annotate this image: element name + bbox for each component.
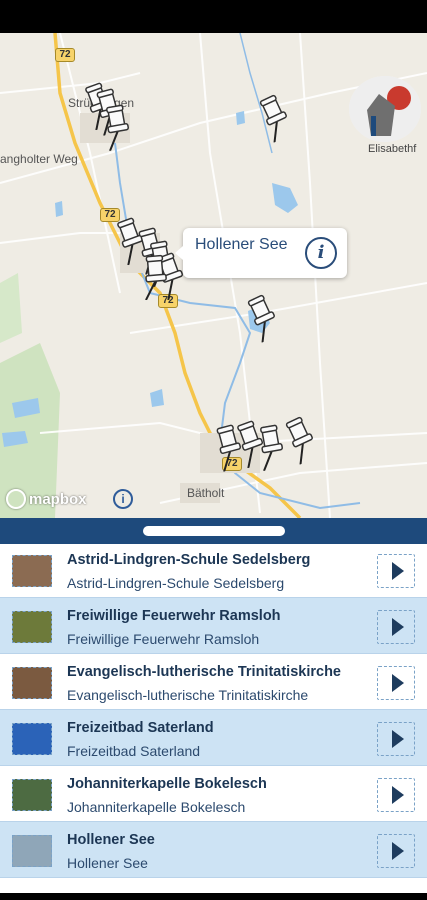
chevron-right-icon xyxy=(391,730,404,748)
road-shield: 72 xyxy=(100,208,120,222)
poi-subtitle: Astrid-Lindgren-Schule Sedelsberg xyxy=(67,575,285,591)
mapbox-logo[interactable]: mapbox xyxy=(6,488,87,510)
poi-subtitle: Freizeitbad Saterland xyxy=(67,743,201,759)
poi-thumbnail xyxy=(12,555,52,587)
map-view[interactable]: Strücklingen angholter Weg Bätholt 72 72… xyxy=(0,33,427,518)
open-poi-button[interactable] xyxy=(377,722,415,756)
poi-title: Johanniterkapelle Bokelesch xyxy=(67,776,267,792)
poi-title: Astrid-Lindgren-Schule Sedelsberg xyxy=(67,552,311,568)
navigation-bar xyxy=(0,893,427,900)
list-item[interactable]: Hollener See Hollener See xyxy=(0,822,427,878)
poi-thumbnail xyxy=(12,667,52,699)
poi-list: Marienschule StrücklingenAstrid-Lindgren… xyxy=(0,518,427,878)
list-item[interactable]: Evangelisch-lutherische Trinitatiskirche… xyxy=(0,654,427,710)
list-item[interactable]: Freizeitbad Saterland Freizeitbad Saterla… xyxy=(0,710,427,766)
place-label-baetholt: Bätholt xyxy=(187,486,225,500)
poi-subtitle: Evangelisch-lutherische Trinitatiskirche xyxy=(67,687,309,703)
poi-title: Evangelisch-lutherische Trinitatiskirche xyxy=(67,664,341,680)
mapbox-logo-icon xyxy=(6,489,26,509)
poi-thumbnail xyxy=(12,835,52,867)
poi-thumbnail xyxy=(12,723,52,755)
open-poi-button[interactable] xyxy=(377,554,415,588)
place-label-elisabethfehn: Elisabethf xyxy=(368,143,417,155)
open-poi-button[interactable] xyxy=(377,666,415,700)
attribution-info-icon[interactable]: i xyxy=(113,489,133,509)
list-item[interactable]: Freiwillige Feuerwehr Ramsloh Freiwillige… xyxy=(0,598,427,654)
chevron-right-icon xyxy=(391,842,404,860)
list-item[interactable]: Johanniterkapelle Bokelesch Johanniterkap… xyxy=(0,766,427,822)
chevron-right-icon xyxy=(391,674,404,692)
map-pin-icon[interactable] xyxy=(285,416,318,465)
avatar-icon xyxy=(349,76,421,142)
open-poi-button[interactable] xyxy=(377,610,415,644)
sheet-header[interactable] xyxy=(0,518,427,544)
map-pin-icon[interactable] xyxy=(104,104,134,152)
info-icon[interactable]: i xyxy=(305,237,337,269)
map-pin-icon[interactable] xyxy=(142,254,172,301)
mapbox-logo-text: mapbox xyxy=(29,490,87,508)
callout-title: Hollener See xyxy=(195,236,288,253)
poi-subtitle: Hollener See xyxy=(67,855,148,871)
chevron-right-icon xyxy=(391,618,404,636)
place-label-langholter-weg: angholter Weg xyxy=(0,152,78,166)
open-poi-button[interactable] xyxy=(377,778,415,812)
map-pin-icon[interactable] xyxy=(247,294,280,343)
open-poi-button[interactable] xyxy=(377,834,415,868)
chevron-right-icon xyxy=(391,562,404,580)
poi-thumbnail xyxy=(12,611,52,643)
poi-subtitle: Freiwillige Feuerwehr Ramsloh xyxy=(67,631,260,647)
map-callout[interactable]: Hollener See i xyxy=(175,228,347,278)
list-item[interactable]: Astrid-Lindgren-Schule Sedelsberg Astrid-… xyxy=(0,542,427,598)
poi-title: Freiwillige Feuerwehr Ramsloh xyxy=(67,608,281,624)
map-pin-icon[interactable] xyxy=(259,94,292,143)
poi-title: Freizeitbad Saterland xyxy=(67,720,214,736)
poi-thumbnail xyxy=(12,779,52,811)
status-bar xyxy=(0,0,427,33)
poi-subtitle: Johanniterkapelle Bokelesch xyxy=(67,799,246,815)
poi-title: Hollener See xyxy=(67,832,155,848)
user-avatar-badge[interactable] xyxy=(349,76,421,142)
road-shield: 72 xyxy=(55,48,75,62)
chevron-right-icon xyxy=(391,786,404,804)
poi-list-sheet: Marienschule StrücklingenAstrid-Lindgren… xyxy=(0,518,427,900)
drag-handle[interactable] xyxy=(143,526,285,536)
